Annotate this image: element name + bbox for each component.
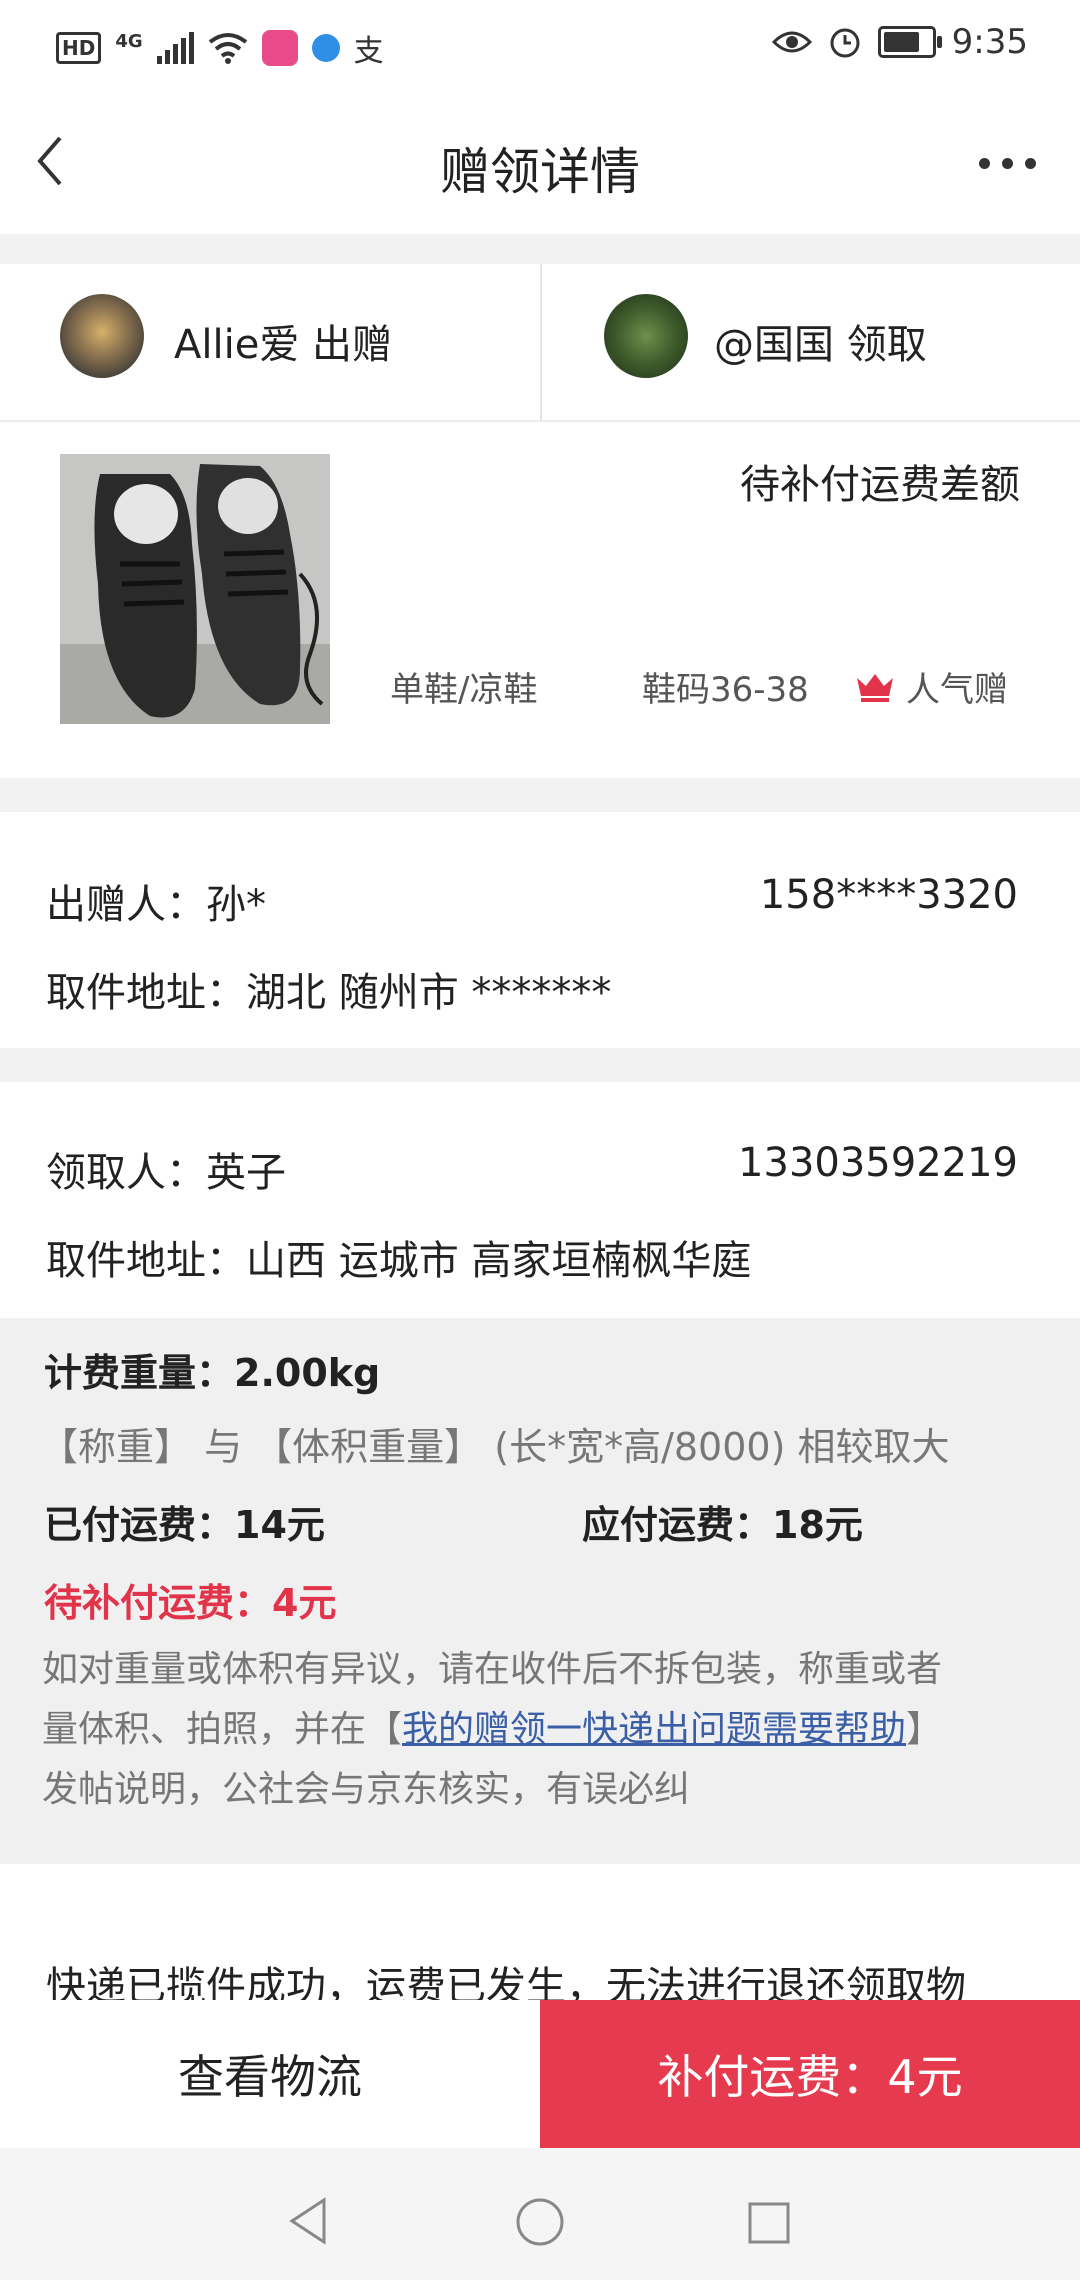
section-gap (0, 778, 1080, 812)
section-gap (0, 234, 1080, 264)
help-link[interactable]: 我的赠领一快递出问题需要帮助 (402, 1709, 906, 1750)
recipient-address: 取件地址：山西 运城市 高家垣楠枫华庭 (46, 1238, 752, 1284)
item-photo[interactable] (60, 454, 330, 724)
network-label: 4G (115, 30, 143, 52)
sender-name: 出赠人：孙* (46, 882, 266, 928)
recipient-phone[interactable]: 13303592219 (738, 1140, 1018, 1198)
app-notification-icon (261, 30, 298, 66)
fee-note-line-1: 如对重量或体积有异议，请在收件后不拆包装，称重或者 (42, 1649, 943, 1690)
system-nav-bar (0, 2148, 1080, 2280)
recipient-line: 领取人：英子 13303592219 (46, 1140, 1018, 1198)
shoe-image (60, 454, 330, 724)
recipient-address-line: 取件地址：山西 运城市 高家垣楠枫华庭 (46, 1228, 1018, 1286)
status-right: 9:35 (771, 22, 1028, 62)
crown-icon (857, 674, 893, 702)
section-gap (0, 1048, 1080, 1082)
status-bar: HD 4G 支 9:35 (0, 0, 1080, 92)
nav-home-icon[interactable] (514, 2196, 566, 2248)
eye-icon (771, 31, 812, 53)
fee-note-pre: 量体积、拍照，并在【 (42, 1709, 403, 1750)
due-fee: 应付运费：18元 (582, 1503, 863, 1547)
page-title: 赠领详情 (440, 143, 640, 201)
item-category: 单鞋/凉鞋 (390, 670, 538, 710)
user-divider (540, 264, 542, 420)
clock: 9:35 (951, 22, 1028, 62)
hd-indicator: HD (56, 32, 102, 64)
recipient-section: 领取人：英子 13303592219 取件地址：山西 运城市 高家垣楠枫华庭 (0, 1082, 1080, 1318)
weight-rule: 【称重】 与 【体积重量】 (长*宽*高/8000) 相较取大 (40, 1425, 950, 1469)
browser-notification-icon (311, 34, 340, 62)
more-icon[interactable] (979, 158, 1036, 169)
sender-address: 取件地址：湖北 随州市 ******* (46, 970, 612, 1016)
wifi-icon (208, 33, 247, 64)
signal-icon (156, 32, 194, 64)
view-logistics-button[interactable]: 查看物流 (0, 2000, 540, 2148)
sender-address-line: 取件地址：湖北 随州市 ******* (46, 960, 1018, 1018)
item-card[interactable]: 待补付运费差额 单鞋/凉鞋 鞋码36-38 人气赠 (0, 422, 1080, 778)
fee-note-line-2: 量体积、拍照，并在【我的赠领一快递出问题需要帮助】 (42, 1700, 1020, 1760)
fee-note: 如对重量或体积有异议，请在收件后不拆包装，称重或者 量体积、拍照，并在【我的赠领… (42, 1640, 1020, 1820)
paid-fee: 已付运费：14元 (44, 1503, 325, 1547)
pay-shipping-button[interactable]: 补付运费：4元 (540, 2000, 1080, 2148)
billing-weight: 计费重量：2.00kg (44, 1351, 381, 1395)
popular-tag: 人气赠 (906, 670, 1008, 710)
nav-back-icon[interactable] (286, 2196, 330, 2246)
giver-avatar[interactable] (60, 294, 144, 378)
sender-line: 出赠人：孙* 158****3320 (46, 872, 1018, 930)
fee-note-post: 】 (906, 1709, 943, 1750)
giver-name[interactable]: Allie爱 出赠 (174, 312, 392, 370)
pending-fee: 待补付运费：4元 (44, 1581, 337, 1625)
nav-recent-icon[interactable] (746, 2200, 792, 2246)
alarm-icon (830, 28, 860, 58)
battery-icon (877, 26, 942, 58)
fee-box: 计费重量：2.00kg 【称重】 与 【体积重量】 (长*宽*高/8000) 相… (0, 1318, 1080, 1864)
chat-notification-icon: 支 (353, 34, 384, 69)
receiver-name[interactable]: @国国 领取 (714, 312, 927, 370)
receiver-avatar[interactable] (604, 294, 688, 378)
fee-note-line-3: 发帖说明，公社会与京东核实，有误必纠 (42, 1769, 691, 1810)
sender-section: 出赠人：孙* 158****3320 取件地址：湖北 随州市 ******* (0, 812, 1080, 1048)
sender-phone[interactable]: 158****3320 (760, 872, 1018, 930)
order-status: 待补付运费差额 (740, 462, 1020, 508)
recipient-name: 领取人：英子 (46, 1150, 286, 1196)
status-left: HD 4G 支 (56, 26, 384, 70)
nav-bar: 赠领详情 (0, 92, 1080, 234)
item-size: 鞋码36-38 (642, 670, 809, 710)
